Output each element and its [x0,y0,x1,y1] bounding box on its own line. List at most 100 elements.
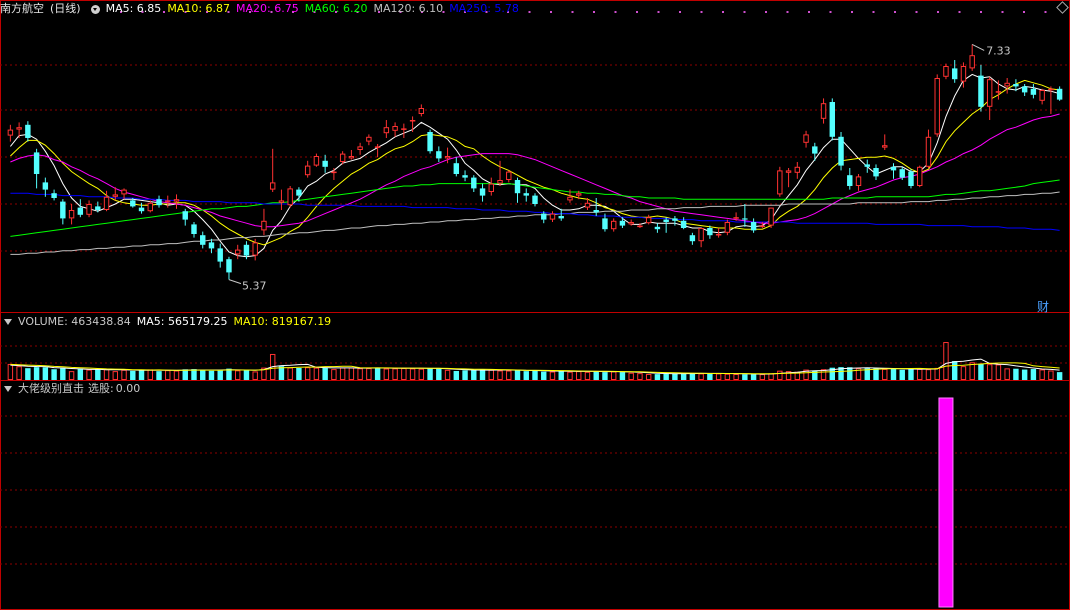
finance-badge[interactable]: 财 [1037,298,1049,315]
top-signal-dot [915,11,918,13]
volume-bar [619,372,626,380]
low-price-label: 5.37 [242,280,267,293]
candle [610,218,617,232]
volume-bar [25,368,31,380]
candle-body [882,145,888,148]
candle-body [532,195,538,204]
volume-bar [777,370,783,380]
candle [908,169,914,189]
candle-body [208,242,215,249]
candle-body [121,189,127,195]
candle [943,63,949,80]
candle-body [401,128,407,130]
candle-body [191,224,197,234]
top-signal-dot [937,11,939,13]
legend-item-ma60: MA60: 6.20 [304,2,368,15]
ma-line-ma5 [10,73,1060,258]
candle-body [287,188,293,206]
candle-body [873,168,879,177]
candle [882,134,888,150]
volume-bar [77,368,84,380]
volume-bar [1004,368,1010,381]
candle-body [453,163,460,174]
candle-body [462,175,468,178]
top-signal-dot [571,11,574,13]
menu-dropdown-icon[interactable] [90,4,100,14]
volume-bar [296,367,302,380]
candle [68,204,75,225]
candle-body [322,160,328,167]
candle [25,121,31,142]
candle [1039,88,1045,105]
volume-bar [1048,370,1054,381]
candle [366,134,372,146]
candle [77,199,84,218]
volume-bar [715,373,722,380]
volume-bar [191,369,197,380]
volume-bar [418,368,425,381]
volume-bar [558,371,564,380]
candle-body [1021,86,1028,93]
candle-body [479,188,486,196]
candle-body [541,213,547,220]
candle [357,142,363,155]
candle-body [619,220,626,226]
candle-body [1013,84,1019,87]
candle-body [68,210,75,219]
top-signal-dot [786,11,789,13]
chart-frame [0,0,1070,610]
stock-chart[interactable]: 7.33 5.37 [0,0,1070,610]
candle-body [707,228,713,236]
volume-bar [663,373,669,380]
top-signal-dot [657,11,660,13]
candle [645,214,652,225]
candle [191,222,197,238]
candle-body [60,201,66,219]
volume-bar [1039,369,1045,381]
volume-bar [427,368,433,380]
candle [173,194,180,209]
candle [269,148,276,192]
volume-bar [130,370,136,380]
candle [444,147,451,164]
candle-body [567,196,573,201]
top-signal-dot [679,11,681,13]
volume-bar [51,369,57,380]
candle [261,208,267,236]
volume-bar [908,369,914,380]
candle-body [742,218,748,220]
volume-bar [890,368,897,380]
candle [978,64,984,112]
volume-bar [584,371,591,381]
volume-bar [112,371,119,381]
volume-bar [943,342,949,380]
candle-body [715,234,722,236]
candle-body [418,108,425,114]
candle-body [33,152,40,174]
volume-bar [235,370,241,381]
volume-bar [357,368,363,380]
indicator-menu-icon[interactable] [4,386,12,392]
candle-body [663,219,669,222]
indicator-signal-bar [938,397,954,608]
candle [864,159,870,173]
candle-body [86,204,92,215]
candle-body [51,193,57,198]
volume-bar [689,373,696,380]
candle [847,168,853,190]
top-signal-dot [1001,11,1004,13]
candle-body [951,68,958,80]
volume-menu-icon[interactable] [4,319,12,325]
candle-body [794,166,801,173]
candle-body [925,136,932,167]
candle [156,195,162,208]
volume-bar [654,374,661,380]
candle-body [348,156,355,159]
volume-bar [925,369,932,380]
candle-body [558,216,564,219]
top-signal-dot [808,11,810,13]
volume-bar [733,374,739,380]
candle-body [374,146,381,148]
volume-bar [986,364,993,380]
candle [182,208,188,226]
